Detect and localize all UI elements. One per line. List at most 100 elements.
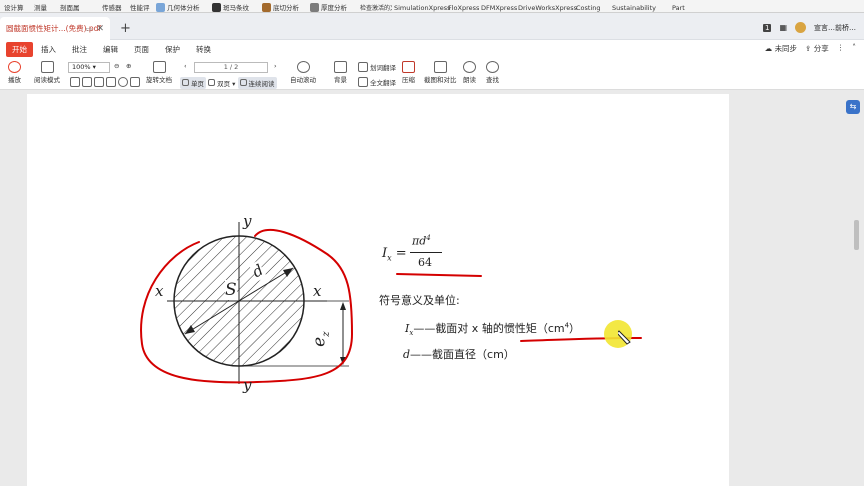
menu-convert[interactable]: 转换 <box>188 44 219 55</box>
share-button[interactable]: ⇪ 分享 <box>805 43 829 54</box>
page-layout-row: 单页 双页 ▾ 连续阅读 <box>180 77 277 89</box>
rotate-small-icon[interactable] <box>118 77 128 87</box>
sw-item-check-doc[interactable]: 检查激活的文档 <box>360 0 392 12</box>
sw-item-driveworksxpress[interactable]: DriveWorksXpress <box>518 0 577 12</box>
palette-icon <box>334 61 347 73</box>
definition-ix: Ix——截面对 x 轴的惯性矩（cm4） <box>405 321 581 338</box>
sync-status[interactable]: ☁ 未同步 <box>765 43 797 54</box>
menu-edit[interactable]: 编辑 <box>95 44 126 55</box>
cross-section-diagram <box>140 222 642 384</box>
speaker-icon <box>463 61 476 73</box>
avatar[interactable] <box>795 22 806 33</box>
window-count-badge[interactable]: 1 <box>762 23 772 32</box>
solidworks-command-strip: 设计算 测量 剖面属 传感器 性能评 几何体分析 斑马条纹 底切分析 厚度分析 … <box>0 0 864 13</box>
search-icon <box>486 61 499 73</box>
definition-d: d——截面直径（cm） <box>403 348 515 361</box>
document-tab[interactable]: 圆截面惯性矩计...(免费).pdf ▭ ✕ <box>0 17 110 40</box>
single-page-icon <box>182 79 189 86</box>
auto-scroll-icon <box>296 61 310 73</box>
background-button[interactable]: 背景 <box>334 61 347 84</box>
new-tab-button[interactable]: + <box>120 22 131 35</box>
screenshot-compare-button[interactable]: 截图和对比 <box>424 61 457 84</box>
sw-item-zebra[interactable]: 斑马条纹 <box>212 0 249 12</box>
translate-full-icon <box>358 77 368 87</box>
next-page-icon[interactable]: › <box>274 62 277 70</box>
sw-item-part[interactable]: Part <box>672 0 685 12</box>
menu-annotate[interactable]: 批注 <box>64 44 95 55</box>
fit-width-icon[interactable] <box>106 77 116 87</box>
label-y-top: y <box>243 212 252 230</box>
side-panel-toggle-icon[interactable]: ⇆ <box>846 100 860 114</box>
continuous-read-button[interactable]: 连续阅读 <box>237 77 277 89</box>
translate-word-button[interactable]: 划词翻译 <box>358 62 396 72</box>
more-icon[interactable]: ⋮ <box>837 43 845 54</box>
sw-item-geometry-analysis[interactable]: 几何体分析 <box>156 0 200 12</box>
formula-numerator: πd4 <box>412 234 431 248</box>
sw-item-design-calc[interactable]: 设计算 <box>4 0 24 12</box>
zoom-select[interactable]: 100% ▾ <box>68 62 110 73</box>
play-icon <box>8 61 21 73</box>
pin-icon[interactable]: ▭ <box>85 25 92 33</box>
rotate-icon <box>152 61 166 73</box>
menu-page[interactable]: 页面 <box>126 44 157 55</box>
hand-tool-icon[interactable] <box>82 77 92 87</box>
sw-item-dfmxpress[interactable]: DFMXpress <box>481 0 517 12</box>
prev-page-icon[interactable]: ‹ <box>184 62 187 70</box>
undercut-icon <box>262 3 271 12</box>
reading-mode-button[interactable]: 阅读模式 <box>34 61 60 84</box>
cloud-icon: ☁ <box>764 44 773 53</box>
auto-scroll-button[interactable]: 自动滚动 <box>290 61 316 84</box>
ez-arrow-top <box>340 302 346 310</box>
single-page-button[interactable]: 单页 <box>180 77 206 89</box>
share-icon: ⇪ <box>805 44 812 53</box>
sw-item-performance[interactable]: 性能评 <box>130 0 150 12</box>
symbol-heading: 符号意义及单位: <box>379 294 460 307</box>
sw-item-sensor[interactable]: 传感器 <box>102 0 122 12</box>
double-page-icon <box>208 79 216 86</box>
compress-icon <box>402 61 415 73</box>
document-tab-bar: 圆截面惯性矩计...(免费).pdf ▭ ✕ + 1 ▦ 宣言…前桥… <box>0 13 864 40</box>
sw-item-floxpress[interactable]: FloXpress <box>448 0 479 12</box>
snapshot-tool-icon[interactable] <box>94 77 104 87</box>
sw-item-measure[interactable]: 测量 <box>34 0 47 12</box>
menu-right-group: ☁ 未同步 ⇪ 分享 ⋮ ˄ <box>765 43 856 54</box>
menu-insert[interactable]: 插入 <box>33 44 64 55</box>
menu-protect[interactable]: 保护 <box>157 44 188 55</box>
label-y-bottom: y <box>243 376 252 394</box>
sw-item-section-props[interactable]: 剖面属 <box>60 0 80 12</box>
zoom-out-icon[interactable]: ⊖ <box>114 62 119 70</box>
zoom-in-icon[interactable]: ⊕ <box>126 62 131 70</box>
sw-item-thickness[interactable]: 厚度分析 <box>310 0 347 12</box>
sw-item-undercut[interactable]: 底切分析 <box>262 0 299 12</box>
pen-cursor-icon <box>618 330 631 345</box>
select-tool-icon[interactable] <box>70 77 80 87</box>
fraction-bar <box>410 252 442 253</box>
find-button[interactable]: 查找 <box>486 61 499 84</box>
main-toolbar: 播放 阅读模式 100% ▾ ⊖ ⊕ 旋转文档 ‹ 1 / 2 › 单页 双页 … <box>0 58 864 90</box>
fit-page-icon[interactable] <box>130 77 140 87</box>
rotate-document-button[interactable]: 旋转文档 <box>146 61 172 84</box>
book-icon <box>40 61 54 73</box>
thickness-icon <box>310 3 319 12</box>
read-aloud-button[interactable]: 朗读 <box>463 61 476 84</box>
label-ez: ez <box>309 331 332 347</box>
formula-denominator: 64 <box>418 256 432 269</box>
page-number-input[interactable]: 1 / 2 <box>194 62 268 73</box>
zebra-icon <box>212 3 221 12</box>
play-button[interactable]: 播放 <box>8 61 21 84</box>
translate-full-button[interactable]: 全文翻译 <box>358 77 396 87</box>
sw-item-sustainability[interactable]: Sustainability <box>612 0 656 12</box>
label-x-right: x <box>313 282 322 300</box>
close-tab-icon[interactable]: ✕ <box>96 24 104 34</box>
continuous-icon <box>239 79 247 86</box>
compress-button[interactable]: 压缩 <box>402 61 415 84</box>
vertical-scrollbar-thumb[interactable] <box>854 220 859 250</box>
sw-item-costing[interactable]: Costing <box>576 0 601 12</box>
sw-item-simulationxpress[interactable]: SimulationXpress <box>394 0 451 12</box>
menu-start[interactable]: 开始 <box>6 41 33 57</box>
grid-icon[interactable]: ▦ <box>779 23 787 32</box>
collapse-icon[interactable]: ˄ <box>852 43 856 54</box>
account-name[interactable]: 宣言…前桥… <box>814 23 856 33</box>
inertia-formula: Ix = πd4 64 <box>382 234 502 284</box>
double-page-button[interactable]: 双页 ▾ <box>208 78 235 88</box>
